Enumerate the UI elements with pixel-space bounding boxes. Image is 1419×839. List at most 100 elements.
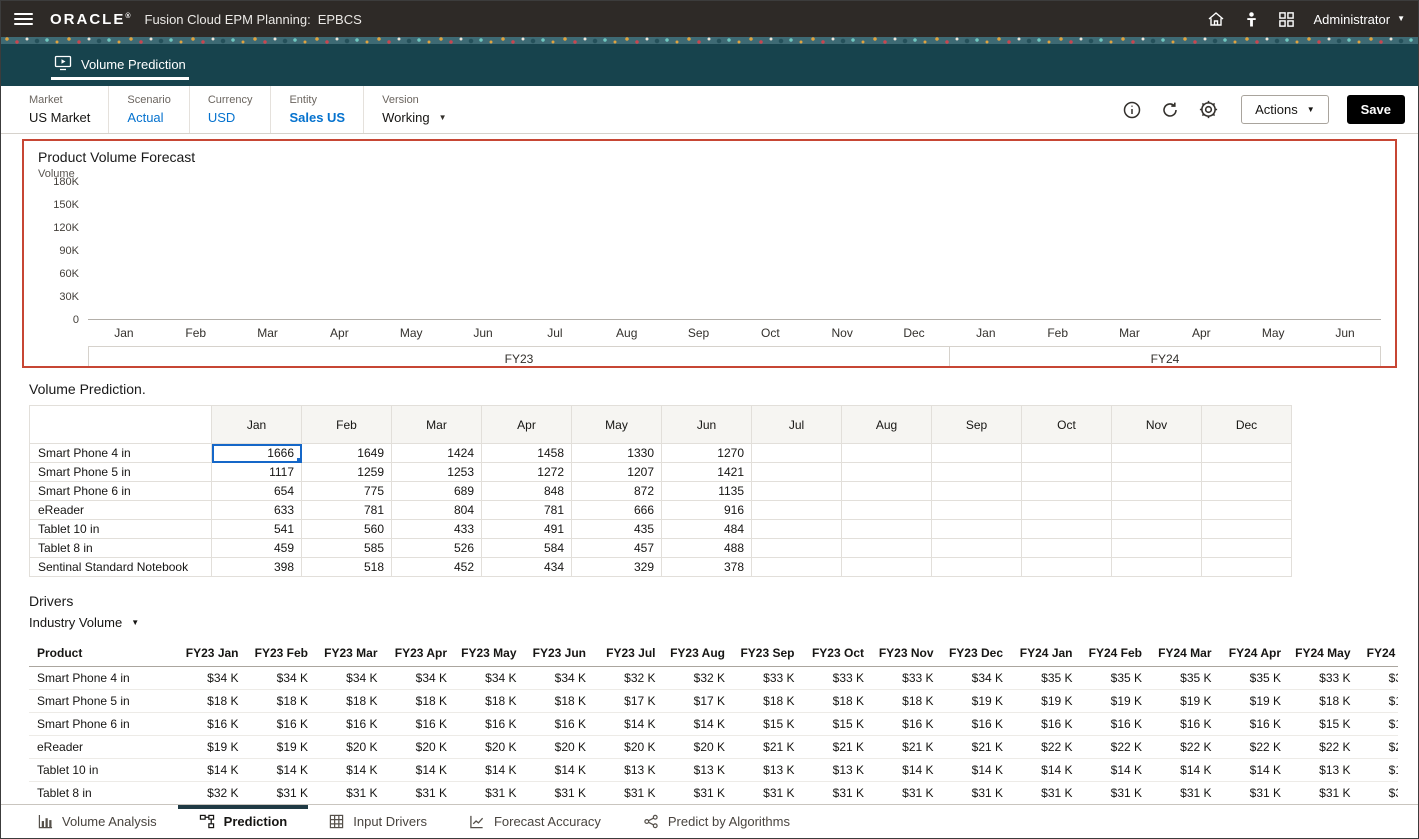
vp-column-header-may[interactable]: May [572,406,662,444]
drv-cell[interactable]: $20 K [457,735,527,758]
drv-cell[interactable]: $31 K [527,781,597,804]
vp-cell[interactable]: 518 [302,558,392,577]
drv-row-header-tablet-10-in[interactable]: Tablet 10 in [29,758,179,781]
vp-column-header-dec[interactable]: Dec [1202,406,1292,444]
vp-cell[interactable]: 872 [572,482,662,501]
drv-cell[interactable]: $18 K [527,689,597,712]
drv-cell[interactable]: $18 K [1291,689,1361,712]
vp-cell[interactable]: 781 [302,501,392,520]
vp-cell[interactable] [1202,463,1292,482]
vp-cell[interactable]: 1424 [392,444,482,463]
vp-cell[interactable]: 654 [212,482,302,501]
vp-cell[interactable] [1022,463,1112,482]
vp-cell[interactable] [1202,444,1292,463]
drv-cell[interactable]: $14 K [318,758,388,781]
vp-column-header-jul[interactable]: Jul [752,406,842,444]
vp-cell[interactable] [1022,539,1112,558]
drv-column-header-fy24-feb[interactable]: FY24 Feb [1083,641,1153,666]
drv-cell[interactable]: $35 K [1013,666,1083,689]
oracle-logo[interactable]: ORACLE® [50,11,131,28]
drv-column-header-fy24-jan[interactable]: FY24 Jan [1013,641,1083,666]
drv-cell[interactable]: $18 K [457,689,527,712]
vp-cell[interactable] [932,501,1022,520]
drv-cell[interactable]: $14 K [874,758,944,781]
vp-cell[interactable] [932,520,1022,539]
drv-cell[interactable]: $14 K [1222,758,1292,781]
pov-member-value[interactable]: Actual [127,110,170,125]
drv-cell[interactable]: $31 K [318,781,388,804]
drv-cell[interactable]: $16 K [1013,712,1083,735]
vp-cell[interactable] [1112,482,1202,501]
drv-cell[interactable]: $31 K [457,781,527,804]
drv-cell[interactable]: $34 K [944,666,1014,689]
home-icon[interactable] [1207,10,1225,28]
pov-dimension-version[interactable]: VersionWorking▼ [363,86,464,133]
apps-grid-icon[interactable] [1278,11,1295,28]
accessibility-person-icon[interactable] [1244,11,1259,28]
vp-cell[interactable] [752,463,842,482]
drv-cell[interactable]: $20 K [388,735,458,758]
drv-cell[interactable]: $18 K [388,689,458,712]
drv-cell[interactable]: $18 K [249,689,319,712]
vp-cell[interactable]: 916 [662,501,752,520]
drv-cell[interactable]: $31 K [874,781,944,804]
vp-row-header-smart-phone-5-in[interactable]: Smart Phone 5 in [30,463,212,482]
vp-cell[interactable] [1022,501,1112,520]
drv-cell[interactable]: $31 K [1222,781,1292,804]
refresh-icon[interactable] [1160,100,1180,120]
drv-cell[interactable]: $14 K [1083,758,1153,781]
drv-column-header-fy23-jan[interactable]: FY23 Jan [179,641,249,666]
drv-cell[interactable]: $34 K [318,666,388,689]
drv-cell[interactable]: $31 K [944,781,1014,804]
drv-column-header-fy23-feb[interactable]: FY23 Feb [249,641,319,666]
drv-cell[interactable]: $16 K [457,712,527,735]
pov-member-value[interactable]: Sales US [289,110,345,125]
vp-cell[interactable] [1022,444,1112,463]
vp-cell[interactable]: 526 [392,539,482,558]
vp-cell[interactable]: 457 [572,539,662,558]
tab-volume-prediction[interactable]: Volume Prediction [51,51,189,80]
drv-cell[interactable]: $18 K [318,689,388,712]
drv-column-header-fy23-apr[interactable]: FY23 Apr [388,641,458,666]
vp-cell[interactable] [1202,539,1292,558]
drv-cell[interactable]: $16 K [179,712,249,735]
drv-cell[interactable]: $22 K [1013,735,1083,758]
vp-cell[interactable] [1112,501,1202,520]
vp-cell[interactable] [932,444,1022,463]
drv-cell[interactable]: $14 K [527,758,597,781]
gear-icon[interactable] [1198,99,1219,120]
vp-column-header-oct[interactable]: Oct [1022,406,1112,444]
vp-row-header-smart-phone-4-in[interactable]: Smart Phone 4 in [30,444,212,463]
drv-cell[interactable]: $33 K [1361,666,1399,689]
drv-cell[interactable]: $15 K [735,712,805,735]
drv-cell[interactable]: $13 K [666,758,736,781]
drv-cell[interactable]: $32 K [179,781,249,804]
drv-cell[interactable]: $19 K [1222,689,1292,712]
drv-cell[interactable]: $14 K [1013,758,1083,781]
drv-cell[interactable]: $18 K [179,689,249,712]
vp-cell[interactable]: 459 [212,539,302,558]
vp-cell[interactable]: 1207 [572,463,662,482]
drv-column-header-fy23-may[interactable]: FY23 May [457,641,527,666]
vp-cell[interactable]: 398 [212,558,302,577]
actions-button[interactable]: Actions ▼ [1241,95,1329,124]
vp-cell[interactable] [932,463,1022,482]
drv-cell[interactable]: $14 K [388,758,458,781]
pov-member-value[interactable]: Working▼ [382,110,446,125]
vp-cell[interactable]: 1649 [302,444,392,463]
pov-dimension-entity[interactable]: EntitySales US [270,86,363,133]
drv-cell[interactable]: $22 K [1222,735,1292,758]
vp-cell[interactable]: 452 [392,558,482,577]
vp-cell[interactable]: 781 [482,501,572,520]
drv-column-header-fy23-sep[interactable]: FY23 Sep [735,641,805,666]
drv-cell[interactable]: $34 K [249,666,319,689]
vp-cell[interactable]: 541 [212,520,302,539]
vp-cell[interactable]: 585 [302,539,392,558]
drv-cell[interactable]: $17 K [666,689,736,712]
drv-cell[interactable]: $35 K [1083,666,1153,689]
vp-cell[interactable]: 804 [392,501,482,520]
drv-cell[interactable]: $31 K [805,781,875,804]
drv-cell[interactable]: $19 K [944,689,1014,712]
pov-dimension-market[interactable]: MarketUS Market [29,86,108,133]
vp-cell[interactable]: 1666 [212,444,302,463]
